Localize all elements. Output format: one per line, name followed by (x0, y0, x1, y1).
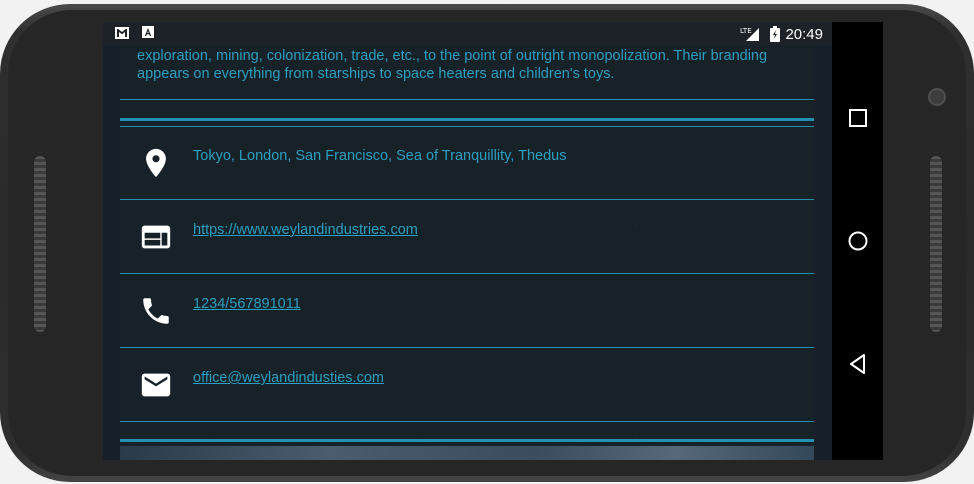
content-card (120, 22, 814, 460)
phone-icon (143, 298, 169, 324)
divider (120, 199, 814, 200)
location-pin-icon (146, 148, 166, 178)
divider (120, 99, 814, 100)
navigation-bar (832, 22, 883, 460)
mail-icon (141, 373, 171, 397)
header-image-partial (120, 446, 814, 460)
status-bar: LTE 20:49 (103, 22, 832, 46)
back-button[interactable] (845, 351, 871, 377)
clock: 20:49 (785, 26, 823, 43)
gmail-notification-icon (115, 27, 129, 39)
divider (120, 273, 814, 274)
left-speaker-grille (34, 156, 46, 332)
divider (120, 421, 814, 422)
website-link[interactable]: https://www.weylandindustries.com (193, 222, 418, 238)
section-divider (120, 439, 814, 442)
home-button[interactable] (845, 228, 871, 254)
right-speaker-grille (930, 156, 942, 332)
section-divider (120, 118, 814, 121)
signal-lte-icon: LTE (740, 27, 759, 41)
divider (120, 126, 814, 127)
svg-text:LTE: LTE (740, 27, 752, 35)
company-description: exploration, mining, colonization, trade… (137, 48, 768, 82)
app-notification-icon (142, 26, 154, 38)
web-icon (141, 225, 171, 249)
phone-link[interactable]: 1234/567891011 (193, 296, 301, 312)
recent-apps-button[interactable] (845, 105, 871, 131)
email-link[interactable]: office@weylandindusties.com (193, 370, 384, 386)
app-content[interactable]: exploration, mining, colonization, trade… (103, 22, 832, 460)
battery-charging-icon (770, 26, 780, 42)
divider (120, 347, 814, 348)
address-text: Tokyo, London, San Francisco, Sea of Tra… (193, 148, 567, 164)
front-camera (928, 88, 946, 106)
screen: exploration, mining, colonization, trade… (103, 22, 883, 460)
